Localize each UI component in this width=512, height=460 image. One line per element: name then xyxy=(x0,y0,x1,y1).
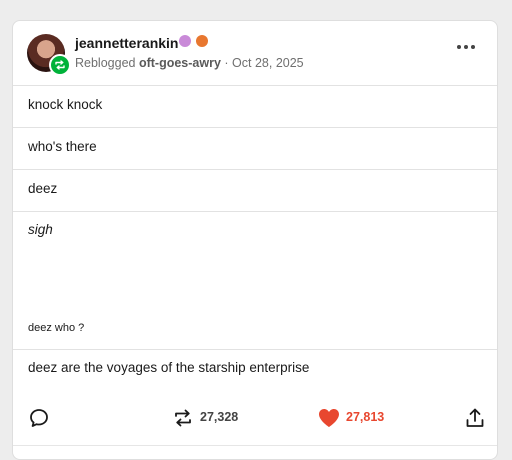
content-block: deez xyxy=(13,169,497,211)
reply-button[interactable] xyxy=(28,407,50,434)
reblogged-from-link[interactable]: oft-goes-awry xyxy=(139,56,221,70)
block-subtext: deez who ? xyxy=(28,322,85,334)
reblog-prefix: Reblogged xyxy=(75,56,136,70)
post-actions: 27,328 27,813 xyxy=(13,401,497,431)
block-text: deez are the voyages of the starship ent… xyxy=(28,360,310,375)
content-block: knock knock xyxy=(13,85,497,127)
post-header: jeannetterankin Reblogged oft-goes-awry … xyxy=(13,21,497,87)
share-icon xyxy=(466,408,484,427)
block-text: knock knock xyxy=(28,97,103,112)
username-link[interactable]: jeannetterankin xyxy=(75,35,178,51)
content-block: deez are the voyages of the starship ent… xyxy=(13,349,497,399)
divider xyxy=(13,445,497,446)
reblog-badge-icon xyxy=(49,54,71,76)
reblog-subline: Reblogged oft-goes-awry · Oct 28, 2025 xyxy=(75,56,304,70)
reblog-button[interactable] xyxy=(172,407,194,434)
reply-icon xyxy=(30,409,48,427)
like-count[interactable]: 27,813 xyxy=(346,410,384,424)
content-block: sigh deez who ? xyxy=(13,211,497,349)
more-dot-icon xyxy=(457,45,461,49)
page-background: jeannetterankin Reblogged oft-goes-awry … xyxy=(0,0,512,460)
block-text: deez xyxy=(28,181,58,196)
separator: · xyxy=(224,56,229,70)
user-badges xyxy=(179,35,209,53)
orange-badge-icon xyxy=(196,35,209,47)
heart-icon xyxy=(319,409,339,427)
block-text: who's there xyxy=(28,139,97,154)
more-dot-icon xyxy=(471,45,475,49)
post-date[interactable]: Oct 28, 2025 xyxy=(232,56,304,70)
like-button[interactable] xyxy=(317,407,341,434)
reblog-icon xyxy=(175,409,191,427)
more-options-button[interactable] xyxy=(457,45,479,53)
share-button[interactable] xyxy=(464,407,486,434)
purple-badge-icon xyxy=(179,35,191,47)
post-card: jeannetterankin Reblogged oft-goes-awry … xyxy=(12,20,498,460)
more-dot-icon xyxy=(464,45,468,49)
reblog-count[interactable]: 27,328 xyxy=(200,410,238,424)
block-text-italic: sigh xyxy=(28,222,53,237)
content-block: who's there xyxy=(13,127,497,169)
